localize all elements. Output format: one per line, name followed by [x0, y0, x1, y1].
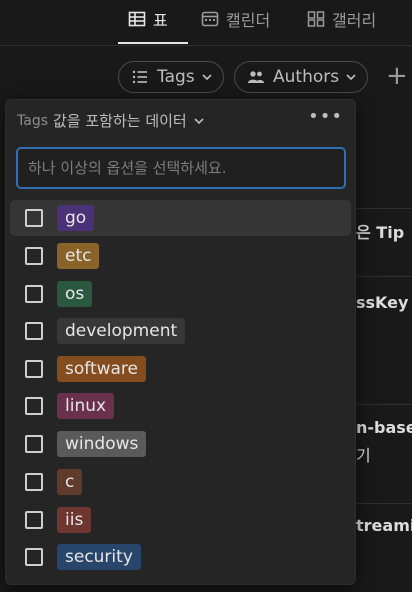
gallery-icon: [307, 11, 325, 27]
add-filter-button[interactable]: +: [386, 63, 410, 89]
people-icon: [248, 71, 264, 83]
checkbox[interactable]: [25, 397, 43, 415]
tab-calendar[interactable]: 캘린더: [201, 8, 270, 30]
option-item[interactable]: windows: [10, 426, 351, 462]
filter-label: Authors: [273, 67, 340, 87]
list-icon: [132, 70, 147, 84]
tab-label: 표: [153, 11, 168, 30]
checkbox[interactable]: [25, 360, 43, 378]
tab-label: 갤러리: [332, 11, 377, 30]
option-tag: c: [57, 469, 83, 495]
tab-table[interactable]: 표: [128, 8, 168, 30]
checkbox[interactable]: [25, 247, 43, 265]
chevron-down-icon: [346, 74, 356, 81]
row-title-fragment: 은 Tip: [356, 223, 405, 242]
tags-filter-pill[interactable]: Tags: [118, 61, 224, 93]
option-item[interactable]: iis: [10, 502, 351, 538]
filter-property: Tags: [17, 112, 48, 129]
option-item[interactable]: go: [10, 200, 351, 236]
checkbox[interactable]: [25, 435, 43, 453]
checkbox[interactable]: [25, 548, 43, 566]
row-title-fragment: ssKey 시: [356, 293, 412, 312]
authors-filter-pill[interactable]: Authors: [234, 61, 369, 93]
row-divider: [356, 404, 412, 405]
option-tag: windows: [57, 431, 147, 457]
active-tab-indicator: [118, 42, 188, 44]
table-icon: [128, 11, 146, 27]
checkbox[interactable]: [25, 285, 43, 303]
option-tag: development: [57, 318, 186, 344]
row-divider: [356, 276, 412, 277]
filter-condition-selector[interactable]: Tags 값을 포함하는 데이터: [17, 110, 205, 131]
option-item[interactable]: linux: [10, 388, 351, 424]
checkbox[interactable]: [25, 511, 43, 529]
option-item[interactable]: etc: [10, 238, 351, 274]
option-search-field[interactable]: [16, 147, 346, 189]
option-tag: iis: [57, 507, 92, 533]
option-tag: security: [57, 544, 141, 570]
chevron-down-icon: [202, 74, 212, 81]
more-options-button[interactable]: •••: [308, 106, 343, 127]
row-title-fragment: n-based: [356, 418, 412, 437]
checkbox[interactable]: [25, 473, 43, 491]
filter-label: Tags: [157, 67, 195, 87]
row-title-fragment: 기: [356, 446, 371, 465]
option-item[interactable]: c: [10, 464, 351, 500]
row-divider: [356, 208, 412, 209]
tab-gallery[interactable]: 갤러리: [307, 8, 376, 30]
option-item[interactable]: software: [10, 351, 351, 387]
filter-condition: 값을 포함하는 데이터: [53, 112, 187, 130]
row-title-fragment: treamin: [356, 516, 412, 535]
checkbox[interactable]: [25, 209, 43, 227]
option-tag: software: [57, 356, 147, 382]
option-item[interactable]: security: [10, 539, 351, 575]
option-item[interactable]: os: [10, 276, 351, 312]
checkbox[interactable]: [25, 322, 43, 340]
row-divider: [356, 503, 412, 504]
option-tag: os: [57, 281, 93, 307]
tags-filter-panel: Tags 값을 포함하는 데이터 ••• go etc os developme…: [5, 99, 356, 585]
view-tabs: 표 캘린더 갤러리: [0, 0, 412, 46]
option-tag: etc: [57, 243, 100, 269]
option-search-input[interactable]: [28, 159, 334, 177]
option-tag: linux: [57, 393, 115, 419]
chevron-down-icon: [194, 117, 204, 124]
calendar-icon: [201, 11, 219, 27]
option-item[interactable]: development: [10, 313, 351, 349]
option-tag: go: [57, 205, 95, 231]
tab-label: 캘린더: [226, 11, 271, 30]
